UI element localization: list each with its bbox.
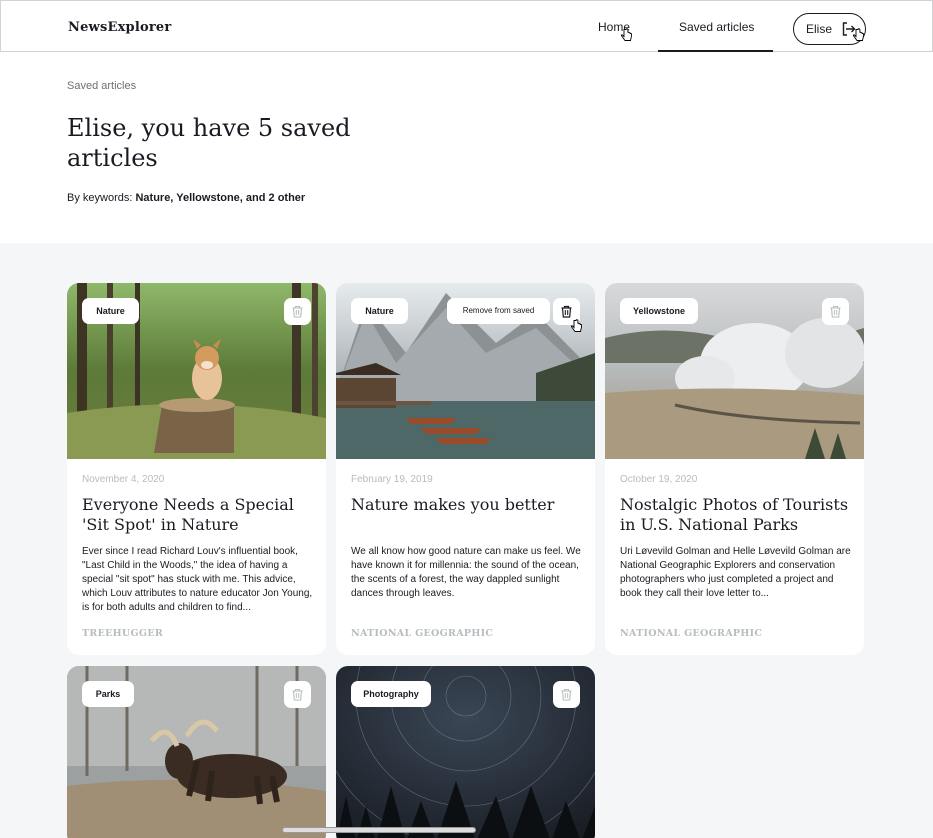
trash-icon (292, 688, 303, 701)
card-source: TREEHUGGER (82, 628, 164, 639)
card-source: NATIONAL GEOGRAPHIC (620, 628, 763, 639)
trash-icon (561, 688, 572, 701)
keywords-label: By keywords: (67, 192, 136, 204)
card-text: We all know how good nature can make us … (351, 546, 581, 599)
nav-saved-articles-label: Saved articles (679, 20, 755, 34)
keywords-line: By keywords: Nature, Yellowstone, and 2 … (67, 192, 305, 204)
news-card[interactable]: Parks (67, 666, 326, 838)
keywords-value: Nature, Yellowstone, and 2 other (135, 192, 306, 204)
news-card[interactable]: Photography (336, 666, 595, 838)
saved-news-intro: Saved articles Elise, you have 5 saved a… (0, 52, 933, 243)
news-card[interactable]: Nature Remove from saved February 19, 20… (336, 283, 595, 655)
header: NewsExplorer Home Saved articles Elise (0, 0, 933, 52)
card-title: Nature makes you better (351, 495, 555, 514)
news-card[interactable]: Yellowstone October 19, 2020 Nostalgic P… (605, 283, 864, 655)
card-date: October 19, 2020 (620, 474, 698, 485)
card-keyword-tag: Parks (82, 681, 134, 707)
delete-button[interactable] (284, 681, 311, 708)
nav-saved-articles-link[interactable]: Saved articles (658, 1, 773, 52)
card-keyword-tag: Yellowstone (620, 298, 698, 324)
card-title: Nostalgic Photos of Tourists in U.S. Nat… (620, 495, 849, 534)
delete-button[interactable] (553, 681, 580, 708)
trash-icon (292, 305, 303, 318)
page-breadcrumb: Saved articles (67, 80, 137, 92)
horizontal-scrollbar[interactable] (282, 827, 476, 833)
trash-icon (561, 305, 572, 318)
card-date: November 4, 2020 (82, 474, 165, 485)
card-title: Everyone Needs a Special 'Sit Spot' in N… (82, 495, 294, 534)
user-name: Elise (806, 22, 833, 36)
page-title: Elise, you have 5 saved articles (67, 114, 351, 172)
card-date: February 19, 2019 (351, 474, 433, 485)
hand-cursor-icon (621, 28, 632, 41)
delete-button[interactable] (284, 298, 311, 325)
card-text: Uri Løvevild Golman and Helle Løvevild G… (620, 546, 851, 599)
card-source: NATIONAL GEOGRAPHIC (351, 628, 494, 639)
hand-cursor-icon (853, 28, 864, 41)
delete-button[interactable] (822, 298, 849, 325)
card-keyword-tag: Nature (351, 298, 408, 324)
logo[interactable]: NewsExplorer (68, 20, 171, 35)
card-keyword-tag: Nature (82, 298, 139, 324)
remove-from-saved-tooltip: Remove from saved (447, 298, 550, 324)
hand-cursor-icon (571, 319, 582, 332)
news-card[interactable]: Nature November 4, 2020 Everyone Needs a… (67, 283, 326, 655)
card-keyword-tag: Photography (351, 681, 431, 707)
card-text: Ever since I read Richard Louv's influen… (82, 546, 313, 613)
trash-icon (830, 305, 841, 318)
